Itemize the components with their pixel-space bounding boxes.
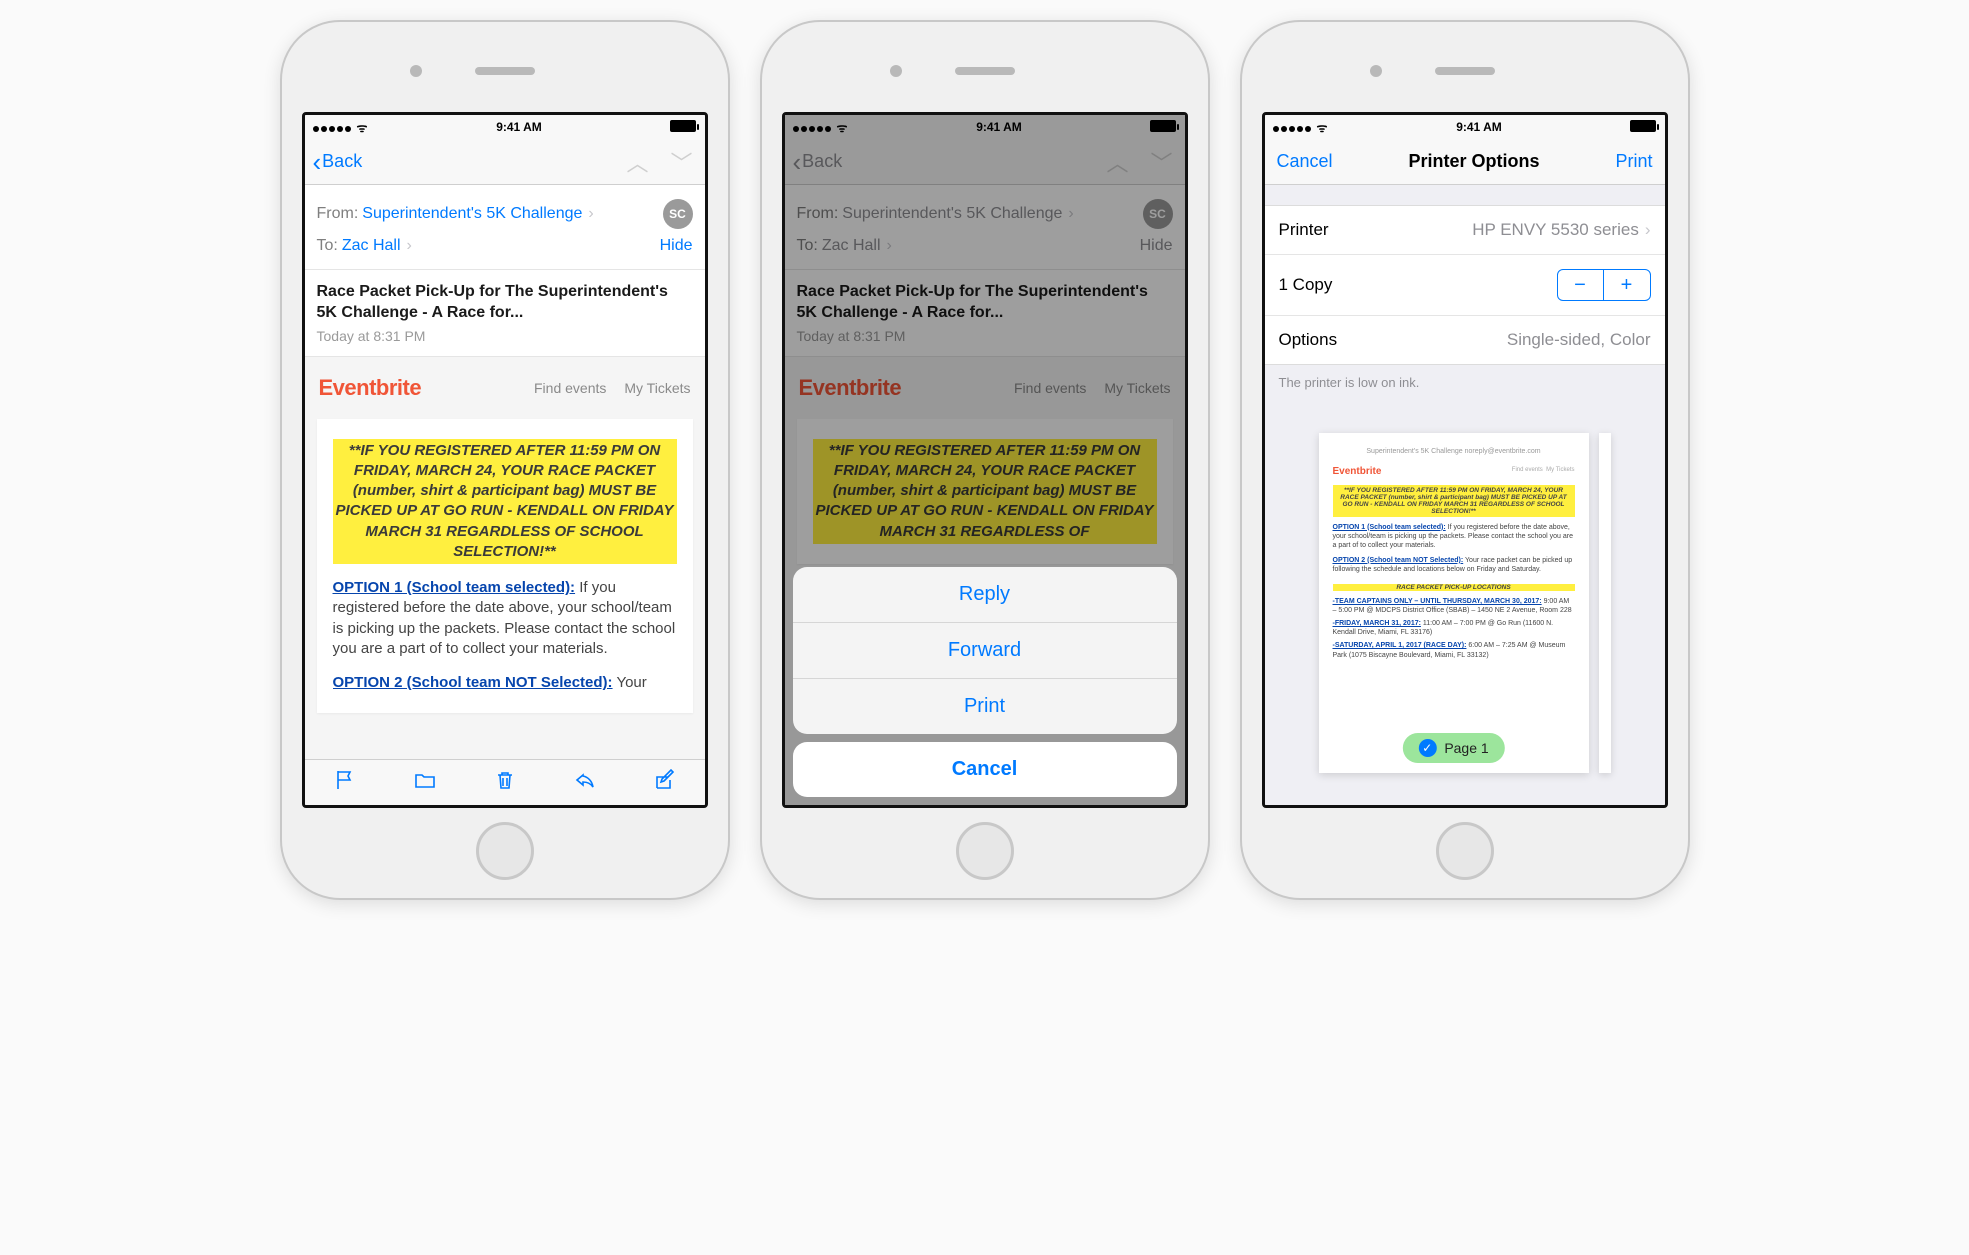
back-button[interactable]: ‹Back <box>313 149 363 175</box>
chevron-left-icon: ‹ <box>313 149 322 175</box>
printer-print-button[interactable]: Print <box>1615 151 1652 172</box>
find-events-link[interactable]: Find events <box>534 380 606 396</box>
option-1-paragraph: OPTION 1 (School team selected): If you … <box>333 578 677 659</box>
options-value: Single-sided, Color <box>1507 330 1651 350</box>
print-preview-area[interactable]: Superintendent's 5K Challenge noreply@ev… <box>1265 400 1665 805</box>
wifi-icon: ᯤ <box>357 121 368 135</box>
status-bar: ᯤ 9:41 AM <box>305 115 705 139</box>
sheet-print[interactable]: Print <box>793 679 1177 734</box>
eventbrite-logo: Eventbrite <box>319 375 422 401</box>
chevron-right-icon: › <box>1645 220 1651 240</box>
mail-toolbar <box>305 759 705 805</box>
stepper-increment[interactable]: + <box>1604 270 1650 300</box>
preview-page-1[interactable]: Superintendent's 5K Challenge noreply@ev… <box>1319 433 1589 773</box>
highlight-notice: **IF YOU REGISTERED AFTER 11:59 PM ON FR… <box>333 439 677 565</box>
back-label: Back <box>322 151 362 172</box>
printer-settings-list: Printer HP ENVY 5530 series› 1 Copy − + … <box>1265 205 1665 365</box>
checkmark-icon: ✓ <box>1418 739 1436 757</box>
preview-page-2-peek[interactable] <box>1599 433 1611 773</box>
copies-label: 1 Copy <box>1279 275 1333 295</box>
preview-opt1: OPTION 1 (School team selected): If you … <box>1333 523 1575 550</box>
battery-icon <box>1630 120 1656 132</box>
sender-avatar[interactable]: SC <box>663 199 693 229</box>
copies-row: 1 Copy − + <box>1265 255 1665 316</box>
mail-body[interactable]: Eventbrite Find events My Tickets **IF Y… <box>305 357 705 759</box>
option-1-link[interactable]: OPTION 1 (School team selected): <box>333 579 576 596</box>
wifi-icon: ᯤ <box>1317 121 1328 135</box>
reply-button[interactable] <box>573 768 597 798</box>
home-button[interactable] <box>956 822 1014 880</box>
next-message-button[interactable]: ﹀ <box>670 146 692 178</box>
to-value[interactable]: Zac Hall <box>342 237 401 255</box>
printer-title: Printer Options <box>1409 151 1540 172</box>
compose-button[interactable] <box>653 768 677 798</box>
page-selected-badge[interactable]: ✓ Page 1 <box>1402 733 1504 763</box>
to-label: To: <box>317 237 338 255</box>
preview-header: Superintendent's 5K Challenge noreply@ev… <box>1333 447 1575 456</box>
chevron-right-icon: › <box>588 205 593 223</box>
status-time: 9:41 AM <box>1456 120 1502 134</box>
stepper-decrement[interactable]: − <box>1558 270 1604 300</box>
page-label: Page 1 <box>1444 740 1488 756</box>
hide-button[interactable]: Hide <box>660 237 693 255</box>
home-button[interactable] <box>1436 822 1494 880</box>
option-2-link[interactable]: OPTION 2 (School team NOT Selected): <box>333 674 613 691</box>
preview-locations-header: RACE PACKET PICK-UP LOCATIONS <box>1333 584 1575 591</box>
printer-hint: The printer is low on ink. <box>1265 365 1665 400</box>
action-sheet: Reply Forward Print Cancel <box>793 567 1177 797</box>
preview-loc-3: -SATURDAY, APRIL 1, 2017 (RACE DAY): 6:0… <box>1333 641 1575 659</box>
from-label: From: <box>317 205 359 223</box>
preview-opt2: OPTION 2 (School team NOT Selected): You… <box>1333 556 1575 574</box>
printer-value: HP ENVY 5530 series <box>1472 220 1639 240</box>
printer-row[interactable]: Printer HP ENVY 5530 series › <box>1265 206 1665 255</box>
status-time: 9:41 AM <box>496 120 542 134</box>
mail-navbar: ‹Back ︿ ﹀ <box>305 139 705 185</box>
subject-text: Race Packet Pick-Up for The Superintende… <box>317 282 693 324</box>
status-bar: ᯤ 9:41 AM <box>1265 115 1665 139</box>
preview-highlight: **IF YOU REGISTERED AFTER 11:59 PM ON FR… <box>1333 485 1575 517</box>
move-button[interactable] <box>413 768 437 798</box>
printer-cancel-button[interactable]: Cancel <box>1277 151 1333 172</box>
trash-button[interactable] <box>493 768 517 798</box>
mail-header: From: Superintendent's 5K Challenge › SC… <box>305 185 705 270</box>
copies-stepper: − + <box>1557 269 1651 301</box>
phone-printer-options: ᯤ 9:41 AM Cancel Printer Options Print P… <box>1240 20 1690 900</box>
my-tickets-link[interactable]: My Tickets <box>624 380 690 396</box>
flag-button[interactable] <box>333 768 357 798</box>
preview-loc-1: -TEAM CAPTAINS ONLY – UNTIL THURSDAY, MA… <box>1333 597 1575 615</box>
printer-label: Printer <box>1279 220 1329 240</box>
phone-mail-view: ᯤ 9:41 AM ‹Back ︿ ﹀ From: Superintendent… <box>280 20 730 900</box>
sheet-reply[interactable]: Reply <box>793 567 1177 623</box>
options-row[interactable]: Options Single-sided, Color <box>1265 316 1665 364</box>
prev-message-button[interactable]: ︿ <box>626 146 648 178</box>
preview-brand: Eventbrite <box>1333 466 1382 477</box>
option-2-paragraph: OPTION 2 (School team NOT Selected): You… <box>333 673 677 693</box>
sheet-cancel[interactable]: Cancel <box>793 742 1177 797</box>
printer-navbar: Cancel Printer Options Print <box>1265 139 1665 185</box>
preview-loc-2: -FRIDAY, MARCH 31, 2017: 11:00 AM – 7:00… <box>1333 619 1575 637</box>
sheet-forward[interactable]: Forward <box>793 623 1177 679</box>
subject-block: Race Packet Pick-Up for The Superintende… <box>305 270 705 357</box>
home-button[interactable] <box>476 822 534 880</box>
battery-icon <box>670 120 696 132</box>
from-value[interactable]: Superintendent's 5K Challenge <box>362 205 582 223</box>
timestamp: Today at 8:31 PM <box>317 328 693 344</box>
phone-action-sheet: ᯤ 9:41 AM ‹Back ︿﹀ From: Superintendent'… <box>760 20 1210 900</box>
options-label: Options <box>1279 330 1338 350</box>
chevron-right-icon: › <box>407 237 412 255</box>
